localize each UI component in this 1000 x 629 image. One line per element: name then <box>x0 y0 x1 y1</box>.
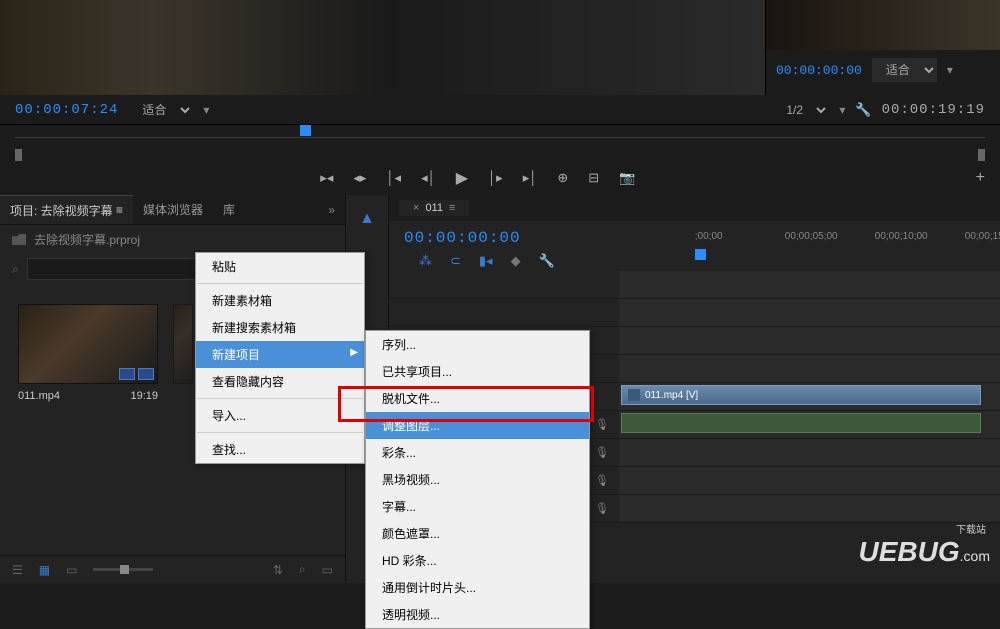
tabs-overflow-icon[interactable]: » <box>318 203 345 217</box>
submenu-captions[interactable]: 字幕... <box>366 493 589 520</box>
linked-sel-icon[interactable]: ⊂ <box>450 253 461 269</box>
project-item[interactable] <box>173 304 193 402</box>
tab-media-browser[interactable]: 媒体浏览器 <box>133 195 213 224</box>
source-timecode[interactable]: 00:00:07:24 <box>15 102 118 118</box>
submenu-offline-file[interactable]: 脱机文件... <box>366 385 589 412</box>
menu-paste[interactable]: 粘贴 <box>196 253 364 280</box>
step-back-icon[interactable]: ◂│ <box>421 170 436 186</box>
freeform-view-icon[interactable]: ▭ <box>66 563 77 577</box>
menu-view-hidden[interactable]: 查看隐藏内容 <box>196 368 364 395</box>
thumb-size-slider[interactable] <box>93 568 153 571</box>
submenu-adjustment-layer[interactable]: 调整图层... <box>366 412 589 439</box>
program-timecode[interactable]: 00:00:00:00 <box>776 63 862 78</box>
mark-in-icon[interactable]: ▸◂ <box>320 170 333 186</box>
submenu-color-matte[interactable]: 颜色遮罩... <box>366 520 589 547</box>
submenu-hd-bars[interactable]: HD 彩条... <box>366 547 589 574</box>
step-fwd-icon[interactable]: │▸ <box>488 170 503 186</box>
chevron-right-icon: ▶ <box>350 347 358 358</box>
mic-icon[interactable]: 🎙 <box>595 502 609 515</box>
thumb-image[interactable] <box>18 304 158 384</box>
timeline-timecode[interactable]: 00:00:00:00 <box>404 221 570 247</box>
submenu-shared-project[interactable]: 已共享项目... <box>366 358 589 385</box>
submenu-countdown[interactable]: 通用倒计时片头... <box>366 574 589 601</box>
thumb-duration: 19:19 <box>130 390 158 402</box>
context-submenu-new-item: 序列... 已共享项目... 脱机文件... 调整图层... 彩条... 黑场视… <box>365 330 590 629</box>
close-icon[interactable]: × <box>413 202 419 214</box>
audio-clip[interactable] <box>621 413 981 433</box>
marker-icon[interactable]: ▮◂ <box>479 253 493 269</box>
play-icon[interactable]: ▶ <box>456 168 468 188</box>
go-in-icon[interactable]: │◂ <box>386 170 401 186</box>
viewer-controls: 00:00:07:24 适合 ▾ 1/2 ▾ 🔧 00:00:19:19 <box>0 95 1000 125</box>
submenu-sequence[interactable]: 序列... <box>366 331 589 358</box>
mic-icon[interactable]: 🎙 <box>595 474 609 487</box>
source-monitor[interactable] <box>0 0 765 95</box>
source-playhead[interactable] <box>300 125 311 136</box>
watermark: UEBUG.com <box>859 536 990 568</box>
find-icon[interactable]: ⌕ <box>299 562 306 577</box>
thumb-name: 011.mp4 <box>18 390 60 402</box>
overwrite-icon[interactable]: ⊟ <box>588 170 599 186</box>
in-mark[interactable] <box>15 149 22 161</box>
list-view-icon[interactable]: ☰ <box>12 563 23 577</box>
playback-controls: ▸◂ ◂▸ │◂ ◂│ ▶ │▸ ▸│ ⊕ ⊟ 📷 + <box>0 160 1000 195</box>
video-clip[interactable]: 011.mp4 [V] <box>621 385 981 405</box>
program-fit-dropdown[interactable]: 适合 <box>872 58 937 82</box>
context-menu: 粘贴 新建素材箱 新建搜索素材箱 新建项目▶ 查看隐藏内容 导入... 查找..… <box>195 252 365 464</box>
search-icon: ⌕ <box>12 262 19 277</box>
menu-new-bin[interactable]: 新建素材箱 <box>196 287 364 314</box>
submenu-transparent-video[interactable]: 透明视频... <box>366 601 589 628</box>
watermark-sub: 下载站 <box>956 521 986 536</box>
menu-new-search-bin[interactable]: 新建搜索素材箱 <box>196 314 364 341</box>
folder-icon <box>12 234 26 245</box>
preview-area: 00:00:00:00 适合 ▾ <box>0 0 1000 95</box>
mark-out-icon[interactable]: ◂▸ <box>353 170 366 186</box>
project-path: 去除视频字幕.prproj <box>0 225 345 254</box>
program-thumb[interactable] <box>766 0 1000 50</box>
fx-badge-icon <box>628 389 640 401</box>
tab-project[interactable]: 项目: 去除视频字幕 ≡ <box>0 195 133 224</box>
go-out-icon[interactable]: ▸│ <box>523 170 538 186</box>
audio-badge-icon <box>138 368 154 380</box>
source-ruler[interactable] <box>0 125 1000 160</box>
out-mark[interactable] <box>978 149 985 161</box>
timeline-ruler[interactable]: ;00;00 00;00;05;00 00;00;10;00 00;00;15;… <box>695 221 1000 271</box>
submenu-bars[interactable]: 彩条... <box>366 439 589 466</box>
export-frame-icon[interactable]: 📷 <box>619 170 635 186</box>
zoom-dropdown[interactable]: 1/2 <box>772 100 829 120</box>
sort-icon[interactable]: ⇅ <box>273 563 283 577</box>
sequence-tab[interactable]: × 011 ≡ <box>399 200 469 216</box>
menu-find[interactable]: 查找... <box>196 436 364 463</box>
duration-timecode: 00:00:19:19 <box>882 102 985 118</box>
wrench-icon[interactable]: 🔧 <box>539 253 555 269</box>
mic-icon[interactable]: 🎙 <box>595 446 609 459</box>
project-item[interactable]: 011.mp4 19:19 <box>18 304 158 402</box>
new-bin-icon[interactable]: ▭ <box>322 563 333 577</box>
submenu-black-video[interactable]: 黑场视频... <box>366 466 589 493</box>
snap-icon[interactable]: ⁂ <box>419 253 432 269</box>
fit-dropdown[interactable]: 适合 <box>128 100 193 120</box>
icon-view-icon[interactable]: ▦ <box>39 563 50 577</box>
add-button-icon[interactable]: + <box>976 169 985 187</box>
timeline-playhead[interactable] <box>695 249 706 260</box>
mic-icon[interactable]: 🎙 <box>595 418 609 431</box>
menu-import[interactable]: 导入... <box>196 402 364 429</box>
insert-icon[interactable]: ⊕ <box>557 170 568 186</box>
wrench-icon[interactable]: 🔧 <box>855 102 871 118</box>
project-tabs: 项目: 去除视频字幕 ≡ 媒体浏览器 库 » <box>0 195 345 225</box>
project-filename: 去除视频字幕.prproj <box>34 231 140 248</box>
project-footer: ☰ ▦ ▭ ⇅ ⌕ ▭ <box>0 555 345 583</box>
selection-tool-icon[interactable]: ▲ <box>351 203 383 235</box>
video-badge-icon <box>119 368 135 380</box>
program-monitor: 00:00:00:00 适合 ▾ <box>765 0 1000 95</box>
tab-library[interactable]: 库 <box>213 195 245 224</box>
menu-new-item[interactable]: 新建项目▶ <box>196 341 364 368</box>
settings-icon[interactable]: ◆ <box>511 253 521 269</box>
